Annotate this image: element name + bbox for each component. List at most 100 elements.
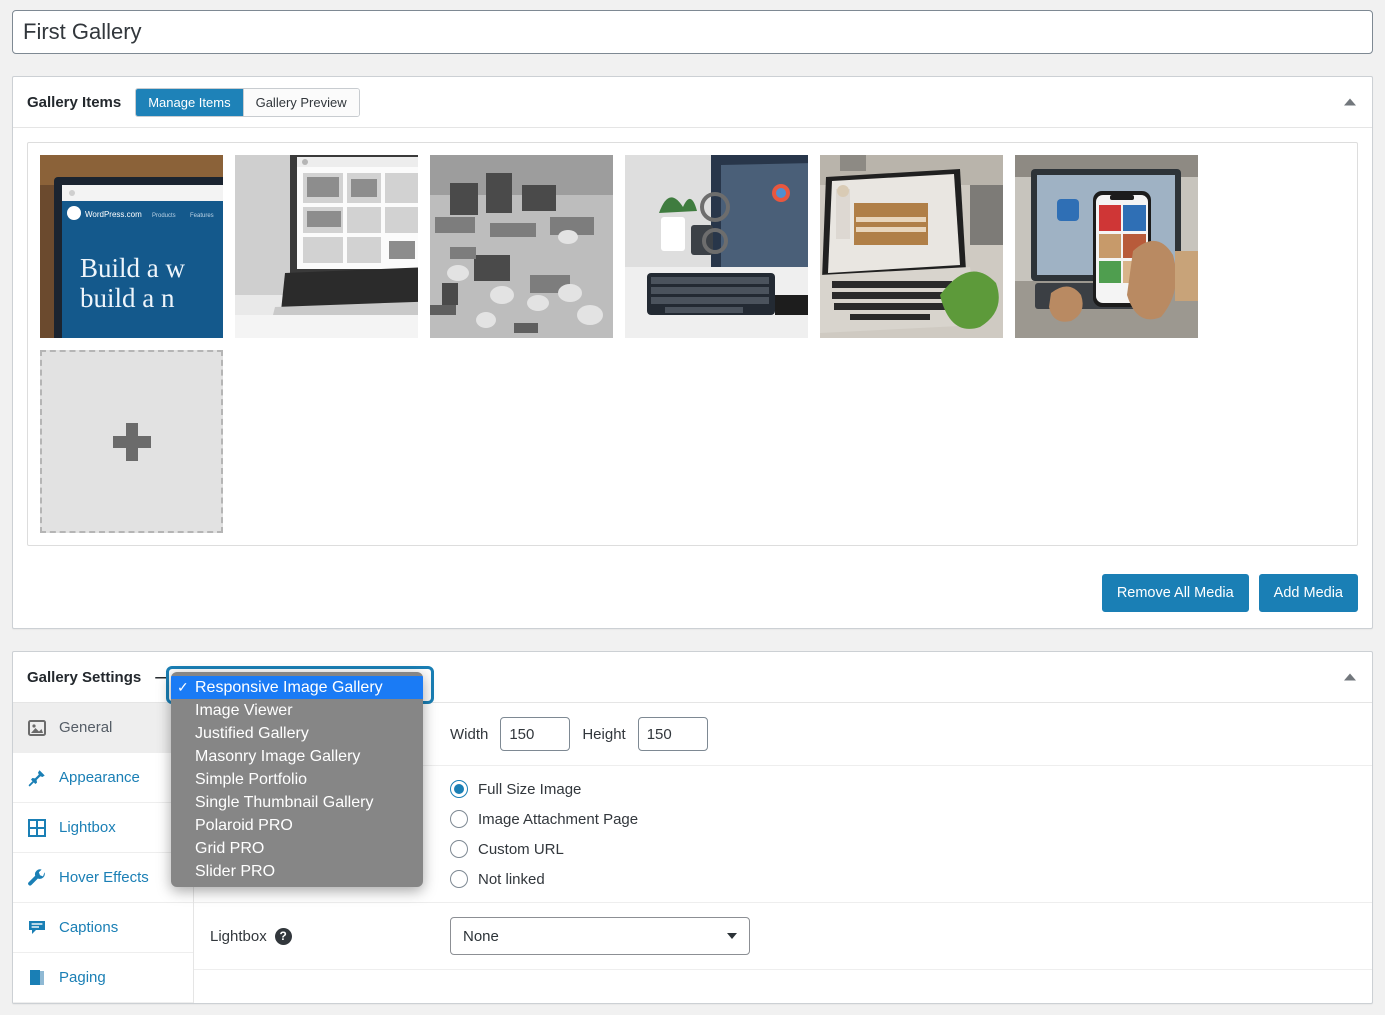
comment-icon [27,918,47,938]
sidebar-item-label: Hover Effects [59,869,149,886]
gallery-thumbnail[interactable] [1015,155,1198,338]
height-input[interactable] [637,717,708,751]
thumbnail-image-6 [1015,155,1198,338]
dropdown-option-masonry-image-gallery[interactable]: Masonry Image Gallery [171,745,423,768]
svg-text:WordPress.com: WordPress.com [85,210,142,219]
sidebar-item-general[interactable]: General [13,703,193,753]
caret-up-icon[interactable] [1344,673,1356,681]
grid-icon [27,818,47,838]
media-actions: Remove All Media Add Media [13,560,1372,628]
tab-manage-items[interactable]: Manage Items [136,88,244,116]
dropdown-option-label: Image Viewer [195,701,293,719]
svg-text:Features: Features [190,213,214,219]
dropdown-option-image-viewer[interactable]: Image Viewer [171,699,423,722]
dropdown-option-label: Masonry Image Gallery [195,747,361,765]
radio-indicator [450,780,468,798]
remove-all-media-button[interactable]: Remove All Media [1101,574,1249,612]
add-tile-row [40,350,1345,533]
add-media-tile[interactable] [40,350,223,533]
gallery-items-header: Gallery Items Manage Items Gallery Previ… [13,77,1372,128]
lightbox-field: None [450,917,750,955]
svg-text:Products: Products [152,213,176,219]
media-body: WordPress.com Products Features Build a … [13,128,1372,560]
dropdown-option-slider-pro[interactable]: Slider PRO [171,860,423,883]
sidebar-item-lightbox[interactable]: Lightbox [13,803,193,853]
radio-not-linked[interactable]: Not linked [450,870,638,888]
gallery-thumbnail[interactable] [820,155,1003,338]
dropdown-option-simple-portfolio[interactable]: Simple Portfolio [171,768,423,791]
dropdown-option-justified-gallery[interactable]: Justified Gallery [171,722,423,745]
question-mark-icon[interactable]: ? [274,927,292,945]
dropdown-option-responsive-image-gallery[interactable]: ✓ Responsive Image Gallery [171,676,423,699]
gallery-thumbnail[interactable]: WordPress.com Products Features Build a … [40,155,223,338]
radio-full-size-image[interactable]: Full Size Image [450,780,638,798]
image-icon [27,718,47,738]
dropdown-option-label: Single Thumbnail Gallery [195,793,374,811]
sidebar-item-label: Lightbox [59,819,116,836]
gallery-thumbnail[interactable] [235,155,418,338]
gallery-settings-heading: Gallery Settings [27,668,142,686]
wrench-icon [27,868,47,888]
radio-indicator [450,870,468,888]
sidebar-item-label: Captions [59,919,119,936]
lightbox-label: Lightbox [210,927,267,945]
gallery-items-tabs: Manage Items Gallery Preview [135,87,360,117]
sidebar-item-paging[interactable]: Paging [13,953,193,1003]
link-to-radio-group: Full Size Image Image Attachment Page Cu… [450,780,638,888]
dropdown-option-label: Responsive Image Gallery [195,678,383,696]
sidebar-item-appearance[interactable]: Appearance [13,753,193,803]
lightbox-row: Lightbox ? None [194,903,1372,970]
check-icon: ✓ [177,679,189,695]
sidebar-item-label: Paging [59,969,106,986]
sidebar-item-label: Appearance [59,769,140,786]
dropdown-option-label: Justified Gallery [195,724,309,742]
caret-up-icon[interactable] [1344,98,1356,106]
radio-label: Full Size Image [478,780,582,798]
plus-icon [112,422,151,461]
tab-gallery-preview[interactable]: Gallery Preview [243,88,359,116]
sidebar-item-label: General [59,719,113,736]
thumbnail-image-2 [235,155,418,338]
lightbox-label-group: Lightbox ? [210,927,450,945]
thumbnail-image-1: WordPress.com Products Features Build a … [40,155,223,338]
dropdown-option-label: Grid PRO [195,839,265,857]
book-icon [27,968,47,988]
radio-label: Custom URL [478,840,564,858]
thumbnail-image-5 [820,155,1003,338]
radio-custom-url[interactable]: Custom URL [450,840,638,858]
svg-text:build a n: build a n [80,283,175,313]
svg-text:Build a w: Build a w [80,253,185,283]
add-media-button[interactable]: Add Media [1258,574,1358,612]
thumbnail-image-4 [625,155,808,338]
gallery-thumbnail[interactable] [625,155,808,338]
dropdown-option-single-thumbnail-gallery[interactable]: Single Thumbnail Gallery [171,791,423,814]
dropdown-option-label: Simple Portfolio [195,770,308,788]
sidebar-item-hover-effects[interactable]: Hover Effects [13,853,193,903]
title-field-wrapper [0,0,1385,54]
gallery-thumbnail[interactable] [430,155,613,338]
dropdown-option-grid-pro[interactable]: Grid PRO [171,837,423,860]
sidebar-item-captions[interactable]: Captions [13,903,193,953]
dropdown-option-polaroid-pro[interactable]: Polaroid PRO [171,814,423,837]
dropdown-option-label: Polaroid PRO [195,816,293,834]
radio-indicator [450,810,468,828]
height-label: Height [582,725,626,743]
pin-icon [27,768,47,788]
dropdown-option-label: Slider PRO [195,862,276,880]
width-input[interactable] [500,717,571,751]
media-grid-container: WordPress.com Products Features Build a … [27,142,1358,546]
gallery-items-panel: Gallery Items Manage Items Gallery Previ… [12,76,1373,629]
lightbox-select-value: None [463,927,499,945]
gallery-title-input[interactable] [12,10,1373,54]
lightbox-select[interactable]: None [450,917,750,955]
gallery-layout-dropdown-menu[interactable]: ✓ Responsive Image Gallery Image Viewer … [171,672,423,887]
media-grid: WordPress.com Products Features Build a … [40,155,1345,338]
chevron-down-icon [727,933,737,939]
radio-indicator [450,840,468,858]
thumbnail-image-3 [430,155,613,338]
radio-label: Not linked [478,870,545,888]
thumbnail-size-fields: Width Height [450,717,708,751]
radio-image-attachment-page[interactable]: Image Attachment Page [450,810,638,828]
radio-label: Image Attachment Page [478,810,639,828]
settings-sidebar: General Appearance Lightbox Hover Effect… [13,703,194,1003]
